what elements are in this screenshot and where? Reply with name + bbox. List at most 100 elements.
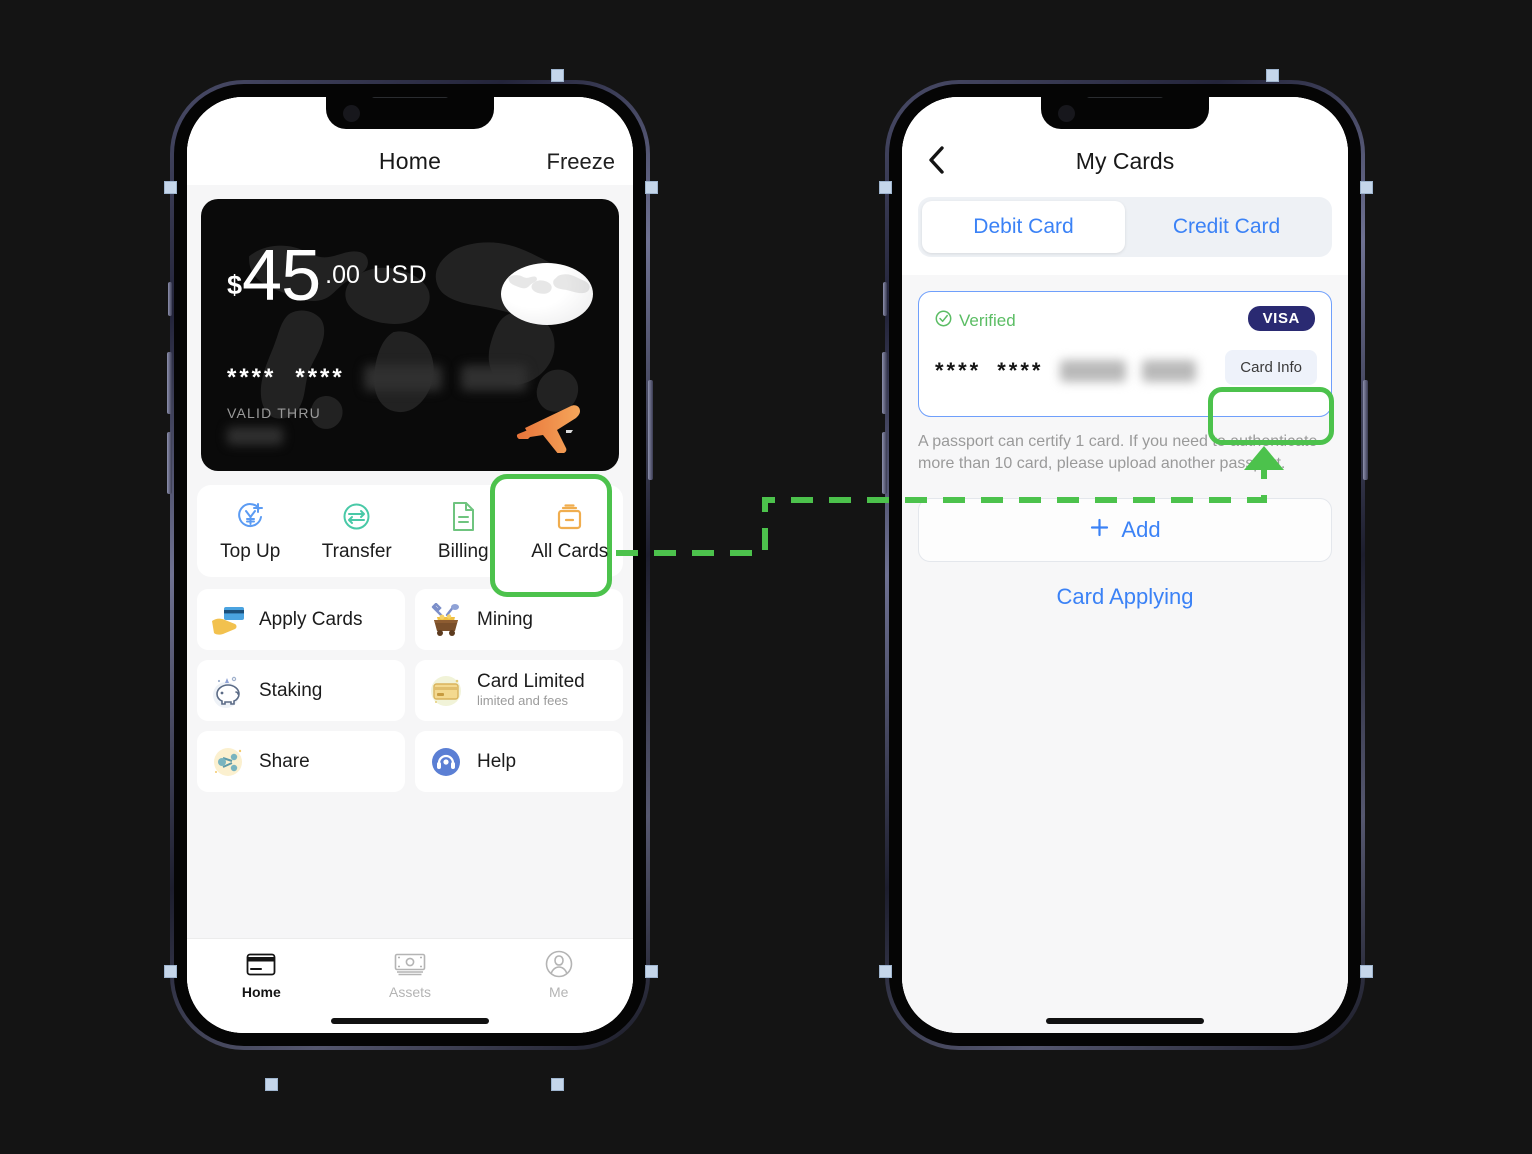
card-type-segment-wrap: Debit Card Credit Card bbox=[902, 185, 1348, 275]
action-all-cards[interactable]: All Cards bbox=[517, 500, 624, 563]
right-phone-screen: My Cards Debit Card Credit Card Verified… bbox=[902, 97, 1348, 1033]
valid-thru-value-blurred bbox=[227, 427, 283, 445]
balance-card[interactable]: $ 45 .00 USD **** **** VALID THRU bbox=[201, 199, 619, 471]
selection-handle-left-2[interactable] bbox=[164, 965, 177, 978]
action-billing[interactable]: Billing bbox=[410, 500, 517, 563]
globe-logo-icon bbox=[501, 263, 593, 325]
tab-label: Home bbox=[241, 984, 281, 1000]
right-phone-power-button[interactable] bbox=[1363, 380, 1368, 480]
card-info-highlight bbox=[1208, 387, 1334, 445]
tab-assets[interactable]: Assets bbox=[336, 949, 485, 1000]
right-phone-mute-switch[interactable] bbox=[883, 282, 887, 316]
card-number-group-3-blurred bbox=[1059, 360, 1126, 382]
right-phone-device: My Cards Debit Card Credit Card Verified… bbox=[882, 80, 1368, 1050]
valid-thru-label: VALID THRU bbox=[227, 405, 321, 421]
card-number-group-2: **** bbox=[997, 358, 1044, 383]
selection-handle-right[interactable] bbox=[645, 181, 658, 194]
left-phone-screen: Home Freeze $ 45 .00 USD **** **** VALID… bbox=[187, 97, 633, 1033]
front-camera-icon bbox=[343, 105, 360, 122]
notch bbox=[326, 97, 494, 129]
amount-integer: 45 bbox=[242, 236, 321, 316]
my-cards-screen: My Cards Debit Card Credit Card Verified… bbox=[902, 97, 1348, 1033]
home-indicator bbox=[331, 1018, 489, 1024]
tile-help[interactable]: Help bbox=[415, 731, 623, 792]
tile-title: Apply Cards bbox=[259, 608, 363, 630]
card-number-group-4-blurred bbox=[460, 365, 527, 391]
action-label: All Cards bbox=[531, 540, 609, 562]
action-top-up[interactable]: Top Up bbox=[197, 500, 304, 563]
tile-title: Staking bbox=[259, 679, 323, 701]
action-label: Top Up bbox=[220, 540, 281, 562]
card-icon bbox=[246, 949, 276, 979]
left-phone-volume-up[interactable] bbox=[167, 352, 172, 414]
card-number-group-2: **** bbox=[295, 364, 345, 391]
status-label: Verified bbox=[959, 311, 1016, 330]
transfer-arrows-circle-icon bbox=[340, 500, 373, 534]
piggy-bank-icon bbox=[209, 672, 247, 710]
selection-handle-left-r[interactable] bbox=[879, 181, 892, 194]
currency-symbol: $ bbox=[227, 270, 243, 301]
left-phone-volume-down[interactable] bbox=[167, 432, 172, 494]
status-badge: Verified bbox=[935, 310, 1016, 332]
tile-share[interactable]: Share bbox=[197, 731, 405, 792]
tile-subtitle: limited and fees bbox=[477, 692, 569, 708]
document-lines-icon bbox=[448, 500, 479, 534]
tile-text: Staking bbox=[259, 680, 322, 702]
front-camera-icon bbox=[1058, 105, 1075, 122]
home-screen: Home Freeze $ 45 .00 USD **** **** VALID… bbox=[187, 97, 633, 1033]
card-info-button[interactable]: Card Info bbox=[1225, 350, 1317, 385]
tile-staking[interactable]: Staking bbox=[197, 660, 405, 721]
right-phone-volume-up[interactable] bbox=[882, 352, 887, 414]
person-circle-icon bbox=[545, 949, 573, 979]
check-circle-icon bbox=[935, 310, 952, 332]
selection-handle-right-r[interactable] bbox=[1360, 181, 1373, 194]
yen-plus-circle-icon bbox=[234, 500, 267, 534]
selection-handle-right-2[interactable] bbox=[645, 965, 658, 978]
tile-text: Share bbox=[259, 751, 310, 773]
tile-card-limited[interactable]: Card Limited limited and fees bbox=[415, 660, 623, 721]
tab-me[interactable]: Me bbox=[484, 949, 633, 1000]
tab-home[interactable]: Home bbox=[187, 949, 336, 1000]
tab-label: Me bbox=[548, 984, 569, 1000]
selection-handle-bottom[interactable] bbox=[265, 1078, 278, 1091]
mine-cart-icon bbox=[427, 601, 465, 639]
tile-title: Mining bbox=[477, 608, 533, 630]
card-number-group-1: **** bbox=[227, 364, 277, 391]
amount-decimal: .00 bbox=[325, 261, 360, 290]
selection-handle-left-r2[interactable] bbox=[879, 965, 892, 978]
credit-card-coin-icon bbox=[427, 672, 465, 710]
freeze-button[interactable]: Freeze bbox=[547, 149, 615, 175]
tile-title: Card Limited bbox=[477, 671, 585, 693]
left-phone-device: Home Freeze $ 45 .00 USD **** **** VALID… bbox=[167, 80, 653, 1050]
tile-apply-cards[interactable]: Apply Cards bbox=[197, 589, 405, 650]
home-indicator bbox=[1046, 1018, 1204, 1024]
left-phone-mute-switch[interactable] bbox=[168, 282, 172, 316]
selection-handle-top[interactable] bbox=[551, 69, 564, 82]
selection-handle-top-r[interactable] bbox=[1266, 69, 1279, 82]
banknote-icon bbox=[394, 949, 426, 979]
card-number-group-4-blurred bbox=[1141, 360, 1196, 382]
selection-handle-right-r2[interactable] bbox=[1360, 965, 1373, 978]
add-label: Add bbox=[1121, 517, 1161, 543]
right-phone-volume-down[interactable] bbox=[882, 432, 887, 494]
card-wallet-icon bbox=[553, 500, 586, 534]
earpiece-speaker bbox=[1086, 97, 1164, 98]
add-card-button[interactable]: Add bbox=[918, 498, 1332, 563]
segment-debit-card[interactable]: Debit Card bbox=[922, 201, 1125, 253]
left-phone-power-button[interactable] bbox=[648, 380, 653, 480]
card-applying-link[interactable]: Card Applying bbox=[918, 584, 1332, 610]
canvas: Home Freeze $ 45 .00 USD **** **** VALID… bbox=[0, 0, 1532, 1154]
tile-mining[interactable]: Mining bbox=[415, 589, 623, 650]
card-type-segmented-control: Debit Card Credit Card bbox=[918, 197, 1332, 257]
selection-handle-left[interactable] bbox=[164, 181, 177, 194]
tile-text: Mining bbox=[477, 609, 533, 631]
airplane-icon bbox=[516, 405, 580, 453]
quick-actions-bar: Top Up Transfer Billing All Cards bbox=[197, 474, 624, 597]
action-transfer[interactable]: Transfer bbox=[304, 500, 411, 563]
plus-icon bbox=[1089, 517, 1110, 544]
segment-credit-card[interactable]: Credit Card bbox=[1125, 201, 1328, 253]
selection-handle-bottom-2[interactable] bbox=[551, 1078, 564, 1091]
balance-amount: $ 45 .00 USD bbox=[227, 236, 427, 316]
headset-support-icon bbox=[427, 743, 465, 781]
card-number-group-1: **** bbox=[935, 358, 982, 383]
